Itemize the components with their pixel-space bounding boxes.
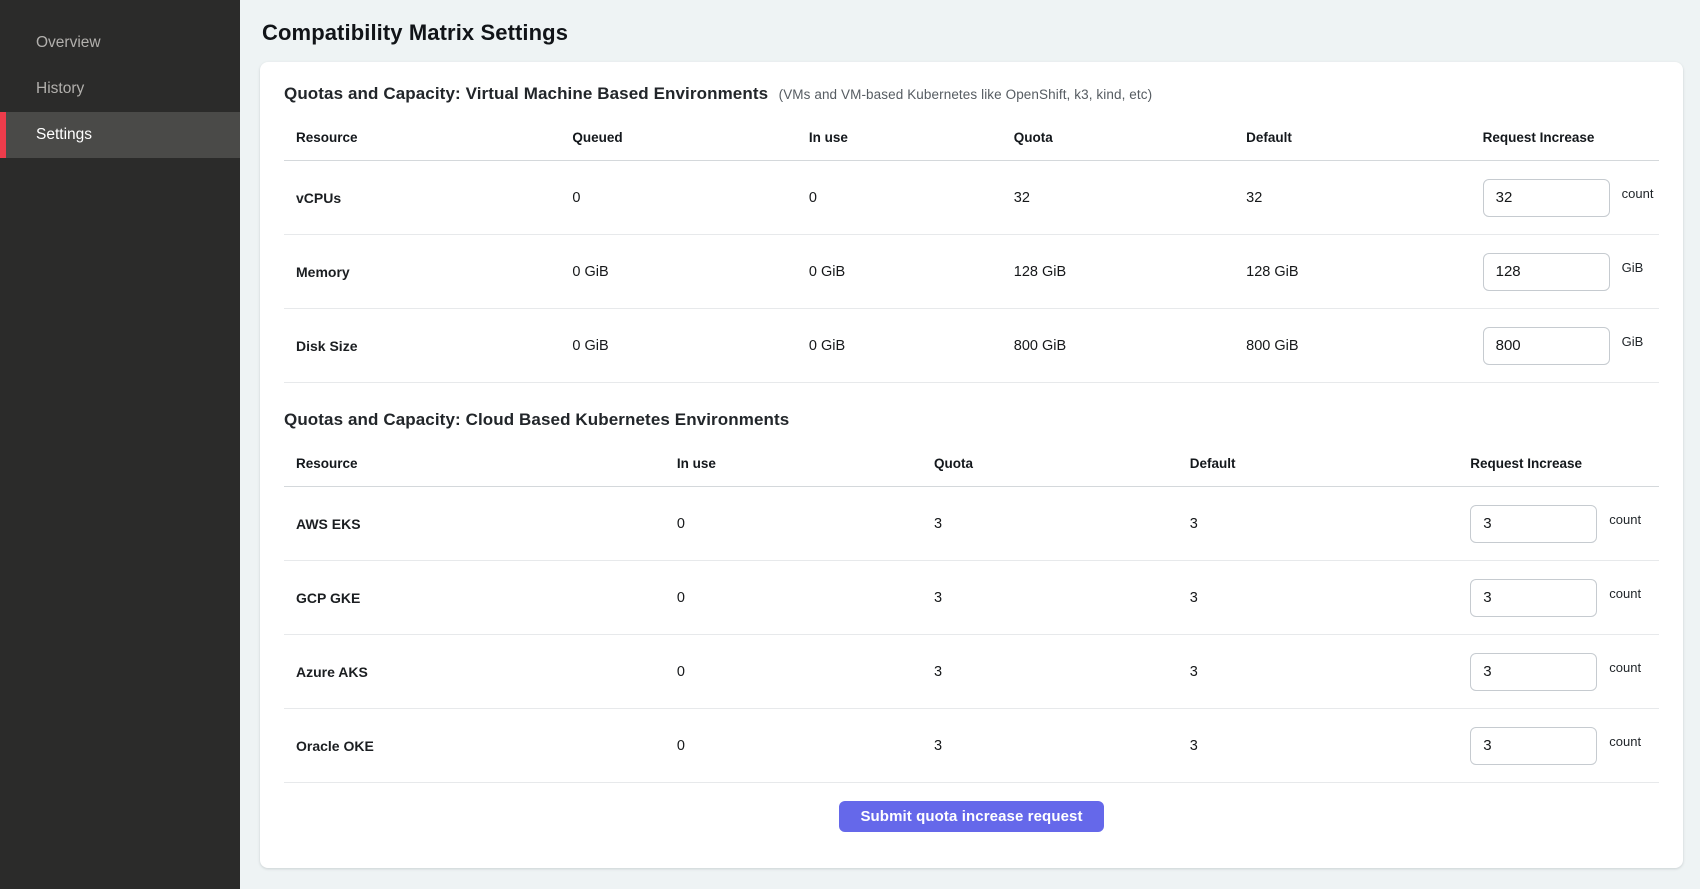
vm-col-default: Default bbox=[1234, 116, 1471, 161]
table-row-vcpus: vCPUs 0 0 32 32 count bbox=[284, 161, 1659, 235]
cloud-table-header-row: Resource In use Quota Default Request In… bbox=[284, 442, 1659, 487]
vcpus-queued-value: 0 bbox=[560, 161, 797, 235]
vcpus-unit-label: count bbox=[1622, 186, 1654, 201]
cloud-section-title: Quotas and Capacity: Cloud Based Kuberne… bbox=[284, 410, 789, 429]
aws-eks-request-group: count bbox=[1470, 505, 1659, 543]
vcpus-quota-value: 32 bbox=[1002, 161, 1234, 235]
disk-request-input[interactable] bbox=[1483, 327, 1610, 365]
settings-card: Quotas and Capacity: Virtual Machine Bas… bbox=[260, 62, 1683, 868]
oracle-oke-unit-label: count bbox=[1609, 734, 1641, 749]
oracle-oke-quota-value: 3 bbox=[922, 709, 1178, 783]
disk-in-use-value: 0 GiB bbox=[797, 309, 1002, 383]
azure-aks-request-group: count bbox=[1470, 653, 1659, 691]
page-title: Compatibility Matrix Settings bbox=[262, 20, 1683, 46]
disk-request-group: GiB bbox=[1483, 327, 1659, 365]
memory-quota-value: 128 GiB bbox=[1002, 235, 1234, 309]
aws-eks-default-value: 3 bbox=[1178, 487, 1459, 561]
vcpus-in-use-value: 0 bbox=[797, 161, 1002, 235]
aws-eks-unit-label: count bbox=[1609, 512, 1641, 527]
oracle-oke-request-input[interactable] bbox=[1470, 727, 1597, 765]
vm-col-queued: Queued bbox=[560, 116, 797, 161]
aws-eks-in-use-value: 0 bbox=[665, 487, 922, 561]
submit-row: Submit quota increase request bbox=[284, 783, 1659, 838]
azure-aks-resource-label: Azure AKS bbox=[284, 635, 665, 709]
cloud-col-quota: Quota bbox=[922, 442, 1178, 487]
cloud-col-default: Default bbox=[1178, 442, 1459, 487]
vcpus-default-value: 32 bbox=[1234, 161, 1471, 235]
memory-queued-value: 0 GiB bbox=[560, 235, 797, 309]
cloud-quota-table: Resource In use Quota Default Request In… bbox=[284, 442, 1659, 783]
vm-col-quota: Quota bbox=[1002, 116, 1234, 161]
submit-quota-increase-button[interactable]: Submit quota increase request bbox=[839, 801, 1103, 832]
vm-table-header-row: Resource Queued In use Quota Default Req… bbox=[284, 116, 1659, 161]
azure-aks-request-input[interactable] bbox=[1470, 653, 1597, 691]
disk-quota-value: 800 GiB bbox=[1002, 309, 1234, 383]
vcpus-resource-label: vCPUs bbox=[284, 161, 560, 235]
gcp-gke-request-input[interactable] bbox=[1470, 579, 1597, 617]
memory-in-use-value: 0 GiB bbox=[797, 235, 1002, 309]
oracle-oke-request-group: count bbox=[1470, 727, 1659, 765]
vm-section-title: Quotas and Capacity: Virtual Machine Bas… bbox=[284, 84, 768, 103]
vm-section-subtitle: (VMs and VM-based Kubernetes like OpenSh… bbox=[779, 87, 1153, 102]
azure-aks-default-value: 3 bbox=[1178, 635, 1459, 709]
disk-unit-label: GiB bbox=[1622, 334, 1644, 349]
aws-eks-resource-label: AWS EKS bbox=[284, 487, 665, 561]
oracle-oke-in-use-value: 0 bbox=[665, 709, 922, 783]
sidebar-item-overview[interactable]: Overview bbox=[0, 20, 240, 66]
vm-col-request-increase: Request Increase bbox=[1471, 116, 1659, 161]
oracle-oke-resource-label: Oracle OKE bbox=[284, 709, 665, 783]
gcp-gke-unit-label: count bbox=[1609, 586, 1641, 601]
memory-request-group: GiB bbox=[1483, 253, 1659, 291]
vm-col-resource: Resource bbox=[284, 116, 560, 161]
vcpus-request-input[interactable] bbox=[1483, 179, 1610, 217]
sidebar-item-settings-label: Settings bbox=[36, 126, 92, 144]
vm-quota-table: Resource Queued In use Quota Default Req… bbox=[284, 116, 1659, 383]
sidebar: Overview History Settings bbox=[0, 0, 240, 889]
gcp-gke-in-use-value: 0 bbox=[665, 561, 922, 635]
main-content: Compatibility Matrix Settings Quotas and… bbox=[240, 0, 1700, 889]
aws-eks-quota-value: 3 bbox=[922, 487, 1178, 561]
disk-default-value: 800 GiB bbox=[1234, 309, 1471, 383]
azure-aks-in-use-value: 0 bbox=[665, 635, 922, 709]
oracle-oke-default-value: 3 bbox=[1178, 709, 1459, 783]
cloud-col-resource: Resource bbox=[284, 442, 665, 487]
table-row-memory: Memory 0 GiB 0 GiB 128 GiB 128 GiB GiB bbox=[284, 235, 1659, 309]
gcp-gke-resource-label: GCP GKE bbox=[284, 561, 665, 635]
table-row-oracle-oke: Oracle OKE 0 3 3 count bbox=[284, 709, 1659, 783]
memory-unit-label: GiB bbox=[1622, 260, 1644, 275]
aws-eks-request-input[interactable] bbox=[1470, 505, 1597, 543]
azure-aks-quota-value: 3 bbox=[922, 635, 1178, 709]
table-row-disk-size: Disk Size 0 GiB 0 GiB 800 GiB 800 GiB Gi… bbox=[284, 309, 1659, 383]
cloud-section-header: Quotas and Capacity: Cloud Based Kuberne… bbox=[284, 410, 1659, 430]
sidebar-item-settings[interactable]: Settings bbox=[0, 112, 240, 158]
disk-resource-label: Disk Size bbox=[284, 309, 560, 383]
vcpus-request-group: count bbox=[1483, 179, 1659, 217]
vm-col-in-use: In use bbox=[797, 116, 1002, 161]
cloud-col-request-increase: Request Increase bbox=[1458, 442, 1659, 487]
sidebar-item-history-label: History bbox=[36, 80, 84, 98]
vm-section-header: Quotas and Capacity: Virtual Machine Bas… bbox=[284, 84, 1659, 104]
memory-default-value: 128 GiB bbox=[1234, 235, 1471, 309]
table-row-azure-aks: Azure AKS 0 3 3 count bbox=[284, 635, 1659, 709]
cloud-col-in-use: In use bbox=[665, 442, 922, 487]
table-row-aws-eks: AWS EKS 0 3 3 count bbox=[284, 487, 1659, 561]
azure-aks-unit-label: count bbox=[1609, 660, 1641, 675]
memory-request-input[interactable] bbox=[1483, 253, 1610, 291]
sidebar-item-overview-label: Overview bbox=[36, 34, 101, 52]
gcp-gke-quota-value: 3 bbox=[922, 561, 1178, 635]
gcp-gke-default-value: 3 bbox=[1178, 561, 1459, 635]
sidebar-item-history[interactable]: History bbox=[0, 66, 240, 112]
memory-resource-label: Memory bbox=[284, 235, 560, 309]
table-row-gcp-gke: GCP GKE 0 3 3 count bbox=[284, 561, 1659, 635]
gcp-gke-request-group: count bbox=[1470, 579, 1659, 617]
disk-queued-value: 0 GiB bbox=[560, 309, 797, 383]
